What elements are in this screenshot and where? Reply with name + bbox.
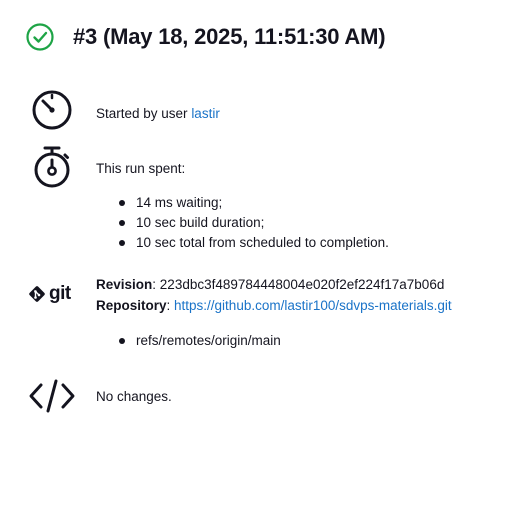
list-item: 10 sec total from scheduled to completio… — [96, 233, 389, 253]
timing-list: 14 ms waiting; 10 sec build duration; 10… — [96, 193, 389, 253]
repository-colon: : — [166, 298, 175, 313]
git-text: Revision: 223dbc3f489784448004e020f2ef22… — [96, 274, 452, 351]
repository-label: Repository — [96, 298, 167, 313]
revision-line: Revision: 223dbc3f489784448004e020f2ef22… — [96, 274, 452, 295]
code-brackets-icon — [28, 372, 76, 420]
build-header: #3 (May 18, 2025, 11:51:30 AM) — [25, 22, 386, 52]
branch-list: refs/remotes/origin/main — [96, 331, 452, 351]
revision-label: Revision — [96, 277, 153, 292]
started-by-section: Started by user lastir — [28, 86, 220, 134]
started-by-text: Started by user lastir — [96, 103, 220, 124]
stopwatch-icon — [28, 143, 76, 191]
timing-text: This run spent: 14 ms waiting; 10 sec bu… — [96, 158, 389, 253]
git-logo-text: git — [49, 283, 71, 304]
timing-section: This run spent: 14 ms waiting; 10 sec bu… — [28, 143, 389, 250]
revision-colon: : — [152, 277, 160, 292]
list-item: 10 sec build duration; — [96, 213, 389, 233]
changes-text: No changes. — [96, 389, 172, 404]
timing-heading: This run spent: — [96, 161, 186, 176]
list-item: 14 ms waiting; — [96, 193, 389, 213]
check-circle-icon — [25, 22, 55, 52]
user-link[interactable]: lastir — [191, 106, 220, 121]
list-item: refs/remotes/origin/main — [96, 331, 452, 351]
revision-value: 223dbc3f489784448004e020f2ef224f17a7b06d — [159, 277, 445, 292]
git-logo-icon: git — [28, 270, 76, 318]
clock-icon — [28, 86, 76, 134]
page-title: #3 (May 18, 2025, 11:51:30 AM) — [73, 24, 386, 49]
repository-line: Repository: https://github.com/lastir100… — [96, 295, 452, 316]
git-section: git Revision: 223dbc3f489784448004e020f2… — [28, 270, 452, 348]
repository-link[interactable]: https://github.com/lastir100/sdvps-mater… — [174, 298, 452, 313]
changes-section: No changes. — [28, 372, 172, 420]
started-by-prefix: Started by user — [96, 106, 192, 121]
